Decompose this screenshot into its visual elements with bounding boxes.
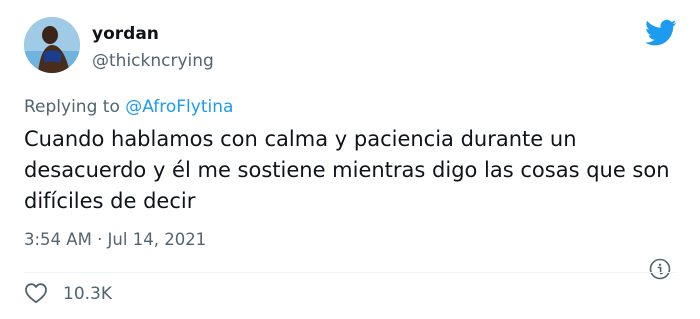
timestamp[interactable]: 3:54 AM · Jul 14, 2021 [24,229,206,251]
mention-link[interactable]: @AfroFlytina [125,97,233,117]
tweet-card: yordan @thickncrying Replying to @AfroFl… [0,0,700,319]
heart-icon[interactable] [24,282,48,304]
divider [24,272,676,273]
replying-to-prefix: Replying to [24,97,126,117]
replying-to: Replying to @AfroFlytina [24,96,233,118]
info-icon[interactable] [649,258,671,280]
avatar-image [24,17,80,73]
avatar[interactable] [24,17,80,73]
tweet-text: Cuando hablamos con calma y paciencia du… [24,127,670,213]
user-handle[interactable]: @thickncrying [92,51,214,71]
like-count[interactable]: 10.3K [63,283,112,305]
display-name[interactable]: yordan [92,24,159,44]
twitter-bird-icon[interactable] [645,19,677,47]
